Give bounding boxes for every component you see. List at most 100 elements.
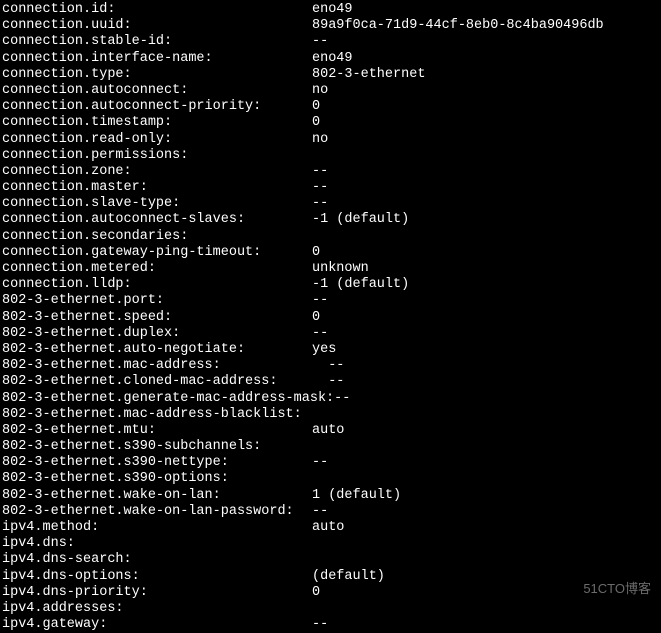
config-row: connection.metered:unknown bbox=[2, 261, 661, 277]
config-key: connection.interface-name: bbox=[2, 51, 312, 67]
config-key: ipv4.method: bbox=[2, 520, 312, 536]
config-value: -- bbox=[312, 180, 328, 196]
config-value: eno49 bbox=[312, 51, 353, 67]
config-key: connection.uuid: bbox=[2, 18, 312, 34]
config-key: 802-3-ethernet.duplex: bbox=[2, 326, 312, 342]
config-value: -- bbox=[312, 326, 328, 342]
config-key: connection.id: bbox=[2, 2, 312, 18]
config-key: 802-3-ethernet.s390-options: bbox=[2, 471, 312, 487]
config-row: 802-3-ethernet.mac-address: -- bbox=[2, 358, 661, 374]
config-row: ipv4.dns-options:(default) bbox=[2, 569, 661, 585]
config-row: connection.lldp:-1 (default) bbox=[2, 277, 661, 293]
config-row: connection.timestamp:0 bbox=[2, 115, 661, 131]
config-key: connection.zone: bbox=[2, 164, 312, 180]
config-row: connection.stable-id:-- bbox=[2, 34, 661, 50]
config-value: -- bbox=[312, 617, 328, 633]
config-key: ipv4.gateway: bbox=[2, 617, 312, 633]
config-value: -1 (default) bbox=[312, 277, 409, 293]
config-row: connection.permissions: bbox=[2, 148, 661, 164]
config-value: eno49 bbox=[312, 2, 353, 18]
config-row: connection.id:eno49 bbox=[2, 2, 661, 18]
config-key: 802-3-ethernet.mac-address-blacklist: bbox=[2, 407, 312, 423]
config-key: 802-3-ethernet.auto-negotiate: bbox=[2, 342, 312, 358]
config-row: ipv4.gateway:-- bbox=[2, 617, 661, 633]
config-row: 802-3-ethernet.s390-options: bbox=[2, 471, 661, 487]
config-value: 0 bbox=[312, 585, 320, 601]
config-key: 802-3-ethernet.s390-subchannels: bbox=[2, 439, 312, 455]
config-value: no bbox=[312, 132, 328, 148]
config-value: (default) bbox=[312, 569, 385, 585]
config-row: ipv4.method:auto bbox=[2, 520, 661, 536]
watermark: 51CTO博客 bbox=[583, 581, 651, 597]
config-row: connection.type:802-3-ethernet bbox=[2, 67, 661, 83]
config-key: connection.permissions: bbox=[2, 148, 312, 164]
config-key: 802-3-ethernet.mtu: bbox=[2, 423, 312, 439]
config-key: connection.autoconnect-slaves: bbox=[2, 212, 312, 228]
config-row: 802-3-ethernet.wake-on-lan:1 (default) bbox=[2, 488, 661, 504]
config-value: -- bbox=[312, 293, 328, 309]
terminal-output: connection.id:eno49connection.uuid:89a9f… bbox=[2, 2, 661, 633]
config-value: -- bbox=[312, 34, 328, 50]
config-key: 802-3-ethernet.generate-mac-address-mask… bbox=[2, 391, 312, 407]
config-row: connection.uuid:89a9f0ca-71d9-44cf-8eb0-… bbox=[2, 18, 661, 34]
config-key: connection.autoconnect: bbox=[2, 83, 312, 99]
config-key: 802-3-ethernet.wake-on-lan-password: bbox=[2, 504, 312, 520]
config-key: 802-3-ethernet.s390-nettype: bbox=[2, 455, 312, 471]
config-row: connection.autoconnect:no bbox=[2, 83, 661, 99]
config-value: 0 bbox=[312, 245, 320, 261]
config-value: 1 (default) bbox=[312, 488, 401, 504]
config-row: connection.slave-type:-- bbox=[2, 196, 661, 212]
config-key: 802-3-ethernet.speed: bbox=[2, 310, 312, 326]
config-value: auto bbox=[312, 423, 344, 439]
config-row: ipv4.dns-priority:0 bbox=[2, 585, 661, 601]
config-row: connection.autoconnect-slaves:-1 (defaul… bbox=[2, 212, 661, 228]
config-value: 0 bbox=[312, 115, 320, 131]
config-row: 802-3-ethernet.wake-on-lan-password:-- bbox=[2, 504, 661, 520]
config-value: -1 (default) bbox=[312, 212, 409, 228]
config-row: ipv4.dns-search: bbox=[2, 552, 661, 568]
config-row: 802-3-ethernet.duplex:-- bbox=[2, 326, 661, 342]
config-value: yes bbox=[312, 342, 336, 358]
config-value: -- bbox=[312, 358, 344, 374]
config-key: connection.secondaries: bbox=[2, 229, 312, 245]
config-key: ipv4.dns: bbox=[2, 536, 312, 552]
config-key: 802-3-ethernet.port: bbox=[2, 293, 312, 309]
config-row: 802-3-ethernet.auto-negotiate:yes bbox=[2, 342, 661, 358]
config-value: no bbox=[312, 83, 328, 99]
config-value: 89a9f0ca-71d9-44cf-8eb0-8c4ba90496db bbox=[312, 18, 604, 34]
config-value: 0 bbox=[312, 99, 320, 115]
config-row: 802-3-ethernet.mac-address-blacklist: bbox=[2, 407, 661, 423]
config-key: connection.read-only: bbox=[2, 132, 312, 148]
config-row: connection.master:-- bbox=[2, 180, 661, 196]
config-row: connection.gateway-ping-timeout:0 bbox=[2, 245, 661, 261]
config-value: 802-3-ethernet bbox=[312, 67, 425, 83]
config-key: 802-3-ethernet.mac-address: bbox=[2, 358, 312, 374]
config-row: connection.secondaries: bbox=[2, 229, 661, 245]
config-key: connection.autoconnect-priority: bbox=[2, 99, 312, 115]
config-row: ipv4.dns: bbox=[2, 536, 661, 552]
config-value: unknown bbox=[312, 261, 369, 277]
config-key: 802-3-ethernet.cloned-mac-address: bbox=[2, 374, 312, 390]
config-row: connection.read-only:no bbox=[2, 132, 661, 148]
config-value: -- bbox=[312, 455, 328, 471]
config-key: connection.type: bbox=[2, 67, 312, 83]
config-value: -- bbox=[312, 196, 328, 212]
config-row: 802-3-ethernet.generate-mac-address-mask… bbox=[2, 391, 661, 407]
config-row: 802-3-ethernet.mtu:auto bbox=[2, 423, 661, 439]
config-row: connection.interface-name:eno49 bbox=[2, 51, 661, 67]
config-key: ipv4.dns-search: bbox=[2, 552, 312, 568]
config-row: ipv4.addresses: bbox=[2, 601, 661, 617]
config-key: connection.timestamp: bbox=[2, 115, 312, 131]
config-key: ipv4.dns-options: bbox=[2, 569, 312, 585]
config-row: connection.autoconnect-priority:0 bbox=[2, 99, 661, 115]
config-row: 802-3-ethernet.s390-subchannels: bbox=[2, 439, 661, 455]
config-key: 802-3-ethernet.wake-on-lan: bbox=[2, 488, 312, 504]
config-key: connection.gateway-ping-timeout: bbox=[2, 245, 312, 261]
config-row: 802-3-ethernet.speed:0 bbox=[2, 310, 661, 326]
config-row: connection.zone:-- bbox=[2, 164, 661, 180]
config-row: 802-3-ethernet.port:-- bbox=[2, 293, 661, 309]
config-row: 802-3-ethernet.s390-nettype:-- bbox=[2, 455, 661, 471]
config-key: connection.stable-id: bbox=[2, 34, 312, 50]
config-value: -- bbox=[312, 164, 328, 180]
config-key: ipv4.dns-priority: bbox=[2, 585, 312, 601]
